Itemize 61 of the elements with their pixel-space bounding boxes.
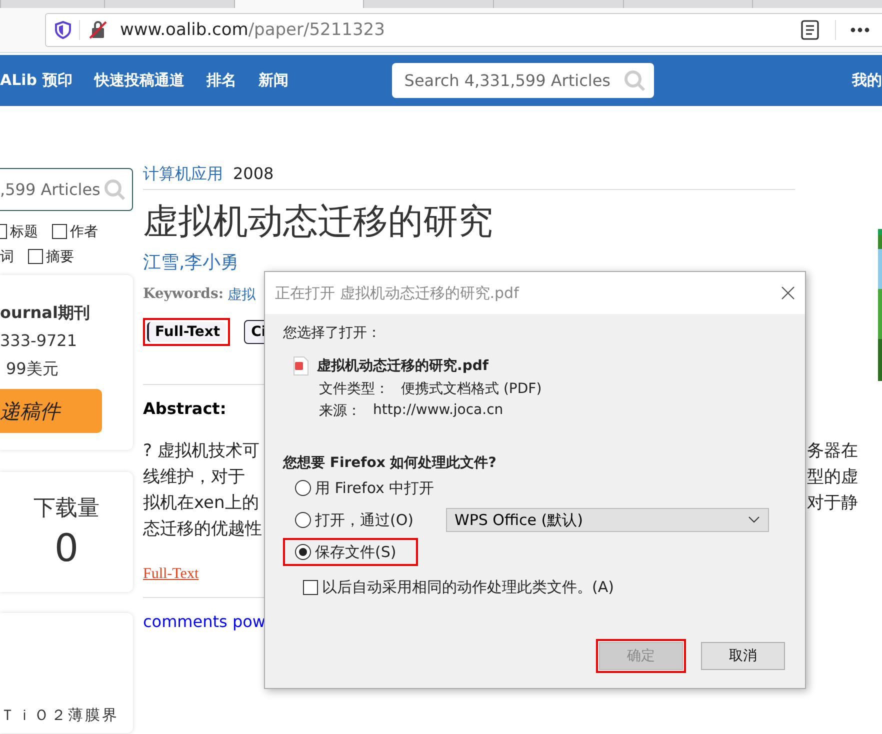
search-field[interactable]: Search 4,331,599 Articles: [392, 63, 654, 98]
download-count: 0: [54, 526, 79, 570]
abstract-text: 务器在: [807, 440, 858, 463]
close-icon[interactable]: [781, 286, 795, 300]
chevron-down-icon: [748, 516, 760, 524]
detail-label: 来源：: [319, 402, 361, 420]
journal-title: ournal期刊: [0, 302, 91, 324]
reader-view-icon[interactable]: [801, 20, 819, 40]
abstract-heading: Abstract:: [143, 399, 226, 418]
radio-button[interactable]: [295, 512, 311, 528]
nav-link[interactable]: 快速投稿通道: [94, 71, 184, 90]
submit-button[interactable]: 递稿件: [0, 389, 102, 433]
search-field[interactable]: ,599 Articles: [0, 168, 133, 211]
authors-link[interactable]: 江雪,李小勇: [143, 250, 858, 274]
intro-text: 您选择了打开：: [283, 324, 382, 342]
keywords-label: Keywords:: [143, 286, 224, 304]
issn-text: 333-9721: [0, 330, 78, 352]
abstract-text: 拟机在xen上的: [143, 492, 259, 515]
checkbox-label: 摘要: [46, 248, 74, 266]
journal-link[interactable]: 计算机应用: [143, 164, 223, 185]
checkbox[interactable]: [28, 249, 43, 264]
year-text: 2008: [233, 164, 274, 185]
abstract-text: 型的虚: [807, 466, 858, 489]
checkbox-label: 以后自动采用相同的动作处理此类文件。(A): [322, 578, 614, 597]
option-label: 保存文件(S): [315, 542, 396, 562]
question-text: 您想要 Firefox 如何处理此文件?: [283, 454, 498, 472]
address-bar[interactable]: www.oalib.com/paper/5211323: [45, 13, 882, 47]
checkbox[interactable]: [52, 224, 67, 239]
radio-button[interactable]: [295, 480, 311, 496]
checkbox-label: 标题: [10, 222, 38, 240]
related-text: ＴｉＯ２薄膜界: [0, 705, 120, 726]
keyword-link[interactable]: 虚拟: [228, 286, 256, 304]
option-label: 打开，通过(O): [315, 510, 414, 530]
checkbox-label: 作者: [70, 222, 98, 240]
nav-link[interactable]: 我的: [852, 71, 882, 90]
download-label: 下载量: [34, 495, 100, 523]
nav-link[interactable]: 排名: [206, 71, 236, 90]
file-name: 虚拟机动态迁移的研究.pdf: [317, 357, 488, 375]
shield-icon[interactable]: [55, 21, 71, 39]
radio-button[interactable]: [295, 544, 311, 560]
more-icon[interactable]: [850, 27, 870, 33]
dialog-title: 正在打开 虚拟机动态迁移的研究.pdf: [275, 284, 519, 302]
filter-label: 词: [0, 248, 14, 266]
abstract-text: ? 虚拟机技术可: [143, 440, 260, 463]
insecure-lock-icon[interactable]: [88, 20, 108, 40]
nav-link[interactable]: 新闻: [258, 71, 288, 90]
price-text: 99美元: [6, 358, 60, 380]
detail-value: 便携式文档格式 (PDF): [401, 380, 542, 398]
nav-link[interactable]: ALib 预印: [0, 71, 72, 90]
detail-value: http://www.joca.cn: [373, 402, 504, 420]
abstract-text: 对于静: [807, 492, 858, 515]
app-dropdown[interactable]: WPS Office (默认): [446, 508, 769, 532]
detail-label: 文件类型：: [319, 380, 389, 398]
option-label: 用 Firefox 中打开: [315, 478, 434, 498]
checkbox[interactable]: [303, 580, 318, 595]
pdf-file-icon: [293, 356, 309, 376]
abstract-text: 线维护，对于: [143, 466, 245, 489]
article-title: 虚拟机动态迁移的研究: [143, 201, 494, 244]
full-text-button[interactable]: Full-Text: [147, 322, 226, 342]
abstract-text: 态迁移的优越性: [143, 518, 262, 541]
cancel-button[interactable]: 取消: [701, 642, 785, 670]
